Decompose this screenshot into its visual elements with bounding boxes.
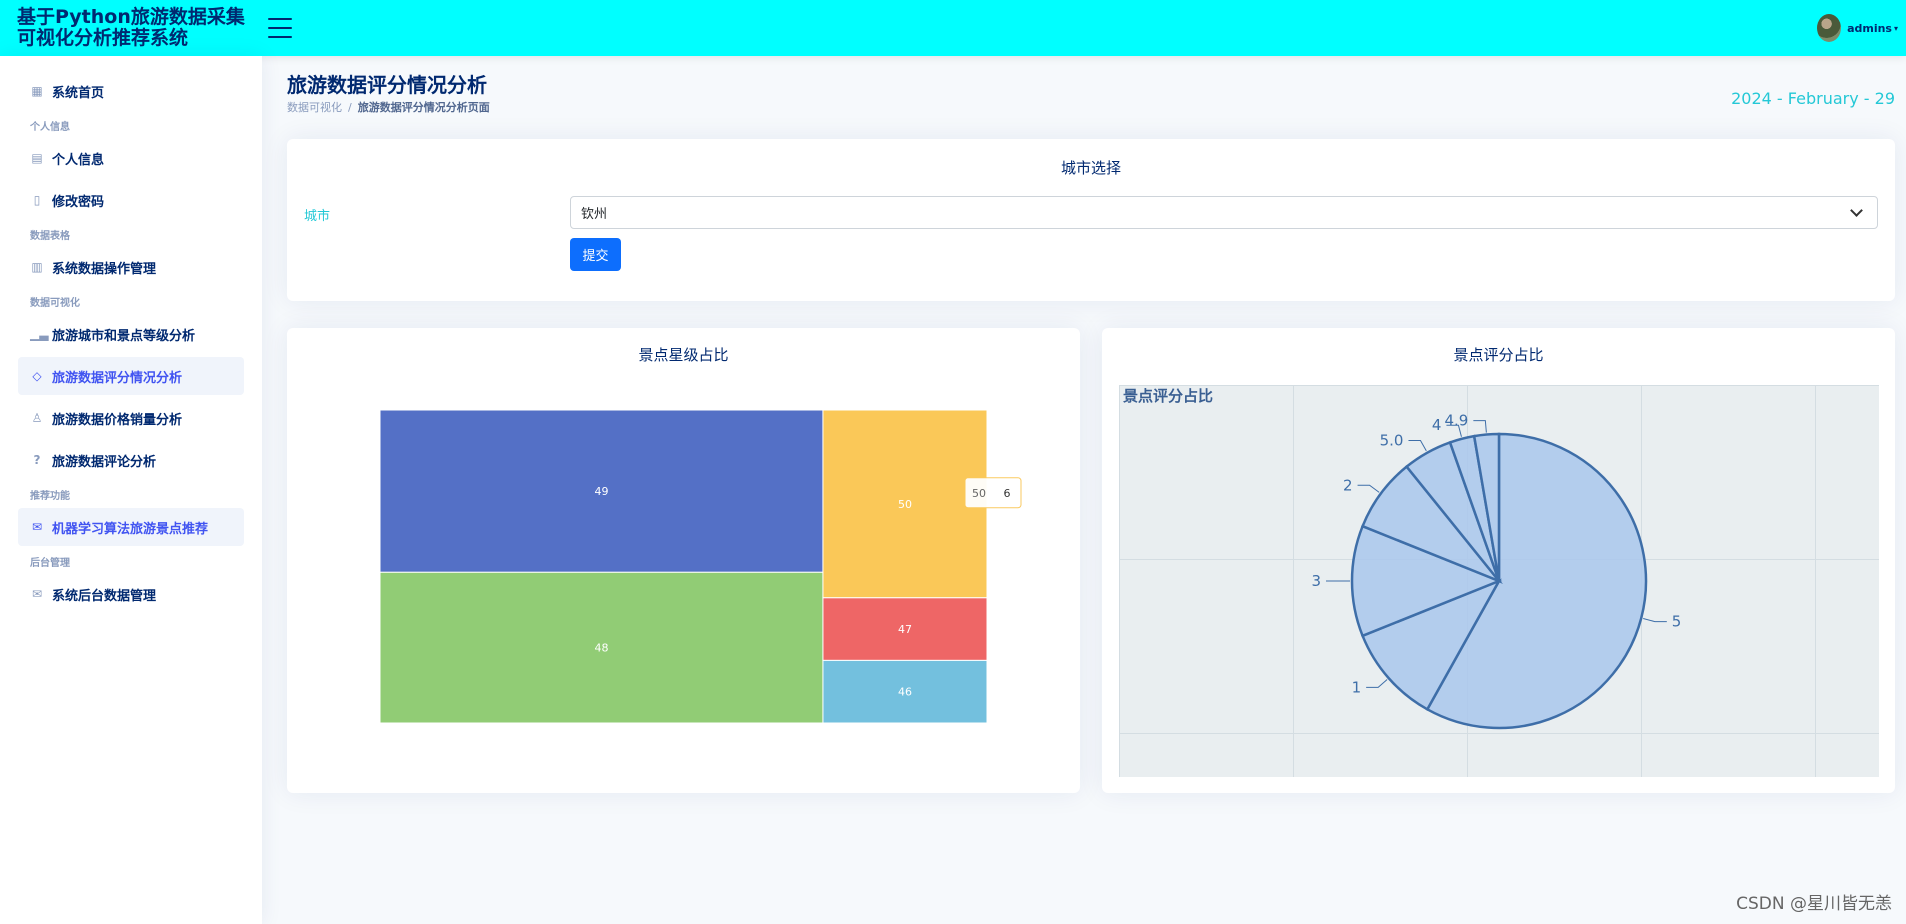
page-title: 旅游数据评分情况分析 [287,73,487,97]
sidebar-item-price[interactable]: ♙ 旅游数据价格销量分析 [18,399,244,437]
card-icon: ▤ [31,151,43,165]
menu-toggle-icon[interactable] [268,18,292,38]
pie-inner-title: 景点评分占比 [1123,387,1213,405]
star-level-card: 景点星级占比 49 48 50 47 46 50 6 [287,328,1080,793]
gem-icon: ◇ [32,369,42,383]
table-icon: ▥ [31,260,43,274]
treemap-node-48[interactable]: 48 [379,571,824,724]
city-select-value: 钦州 [581,207,608,222]
pie-label-line [1473,420,1487,433]
sidebar-item-backend[interactable]: ✉ 系统后台数据管理 [18,575,244,613]
tooltip-name: 50 [972,487,986,500]
sidebar-item-ml-recommend[interactable]: ✉ 机器学习算法旅游景点推荐 [18,508,244,546]
treemap-node-50[interactable]: 50 [822,409,988,599]
chevron-down-icon: ▾ [1893,23,1898,33]
bar-chart-icon: ▁▃ [30,327,49,341]
sidebar-item-home[interactable]: ▦ 系统首页 [18,72,244,110]
pie-label: 3 [1311,572,1321,590]
card-title: 城市选择 [1060,159,1121,177]
breadcrumb-separator: / [348,101,352,114]
pie-label: 2 [1343,476,1353,494]
pie-label-line [1357,484,1380,493]
card-title: 景点星级占比 [638,346,729,364]
document-icon: ▯ [33,193,41,207]
city-label: 城市 [304,209,331,224]
treemap-node-47[interactable]: 47 [822,597,988,661]
city-select-card: 城市选择 城市 钦州 提交 [287,139,1895,301]
pie-label: 5.0 [1380,431,1404,449]
top-header: 基于Python旅游数据采集可视化分析推荐系统 admins ▾ [0,0,1906,56]
main-content: 旅游数据评分情况分析 数据可视化 / 旅游数据评分情况分析页面 2024 - Feb… [287,56,1895,793]
treemap-label: 47 [898,623,912,636]
app-title[interactable]: 基于Python旅游数据采集可视化分析推荐系统 [0,7,260,49]
nav-heading-recommend: 推荐功能 [30,491,70,502]
breadcrumb-current: 旅游数据评分情况分析页面 [357,101,490,114]
nav-heading-admin: 后台管理 [30,558,70,569]
city-select[interactable]: 钦州 [570,196,1878,229]
submit-button[interactable]: 提交 [570,238,621,271]
treemap-label: 49 [594,485,608,498]
sidebar-item-rating[interactable]: ◇ 旅游数据评分情况分析 [18,357,244,395]
username: admins [1847,21,1892,35]
treemap-chart[interactable]: 49 48 50 47 46 50 6 [287,368,1080,788]
nav-heading-personal: 个人信息 [30,122,70,133]
pie-label-line [1643,618,1667,623]
rating-card: 景点评分占比 景点评分占比 5 1 3 2 5.0 4 4.9 [1102,328,1895,793]
sidebar-item-city-level[interactable]: ▁▃ 旅游城市和景点等级分析 [18,315,244,353]
breadcrumb-parent[interactable]: 数据可视化 [287,101,342,114]
avatar [1817,14,1842,42]
sidebar-item-data-ops[interactable]: ▥ 系统数据操作管理 [18,248,244,286]
pie-label: 1 [1352,678,1362,696]
breadcrumb: 数据可视化 / 旅游数据评分情况分析页面 [287,99,1895,115]
user-menu[interactable]: admins ▾ [1817,14,1898,42]
sidebar-item-comments[interactable]: ? 旅游数据评论分析 [18,441,244,479]
pie-label: 5 [1672,613,1682,631]
current-date: 2024 - February - 29 [1731,89,1895,108]
treemap-node-49[interactable]: 49 [379,409,824,573]
envelope-icon: ✉ [31,587,43,601]
sidebar-item-profile[interactable]: ▤ 个人信息 [18,139,244,177]
card-title: 景点评分占比 [1453,346,1544,364]
pie-chart-panel: 景点评分占比 5 1 3 2 5.0 4 4.9 [1119,385,1879,777]
watermark: CSDN @星川皆无恙 [1736,894,1892,914]
chart-tooltip: 50 6 [964,477,1022,509]
envelope-icon: ✉ [31,520,43,534]
nav-heading-viz: 数据可视化 [30,298,80,309]
treemap-label: 46 [898,686,912,699]
treemap-label: 48 [594,642,608,655]
person-icon: ♙ [31,411,43,425]
pie-label: 4 [1432,416,1442,434]
pie-label-line [1408,439,1427,452]
pie-label-line [1366,679,1388,688]
treemap-node-46[interactable]: 46 [822,659,988,724]
question-circle-icon: ? [33,453,41,467]
chevron-down-icon [1850,203,1863,217]
pie-label: 4.9 [1444,412,1468,430]
sidebar: ▦ 系统首页 个人信息 ▤ 个人信息 ▯ 修改密码 数据表格 ▥ 系统数据操作管理 数据… [0,56,262,924]
page-title-block: 旅游数据评分情况分析 数据可视化 / 旅游数据评分情况分析页面 [287,73,1895,115]
nav-heading-tables: 数据表格 [30,231,70,242]
sidebar-item-password[interactable]: ▯ 修改密码 [18,181,244,219]
grid-icon: ▦ [31,84,43,98]
tooltip-value: 6 [1004,487,1011,500]
pie-chart[interactable]: 景点评分占比 5 1 3 2 5.0 4 4.9 [1119,385,1879,777]
treemap-label: 50 [898,498,912,511]
